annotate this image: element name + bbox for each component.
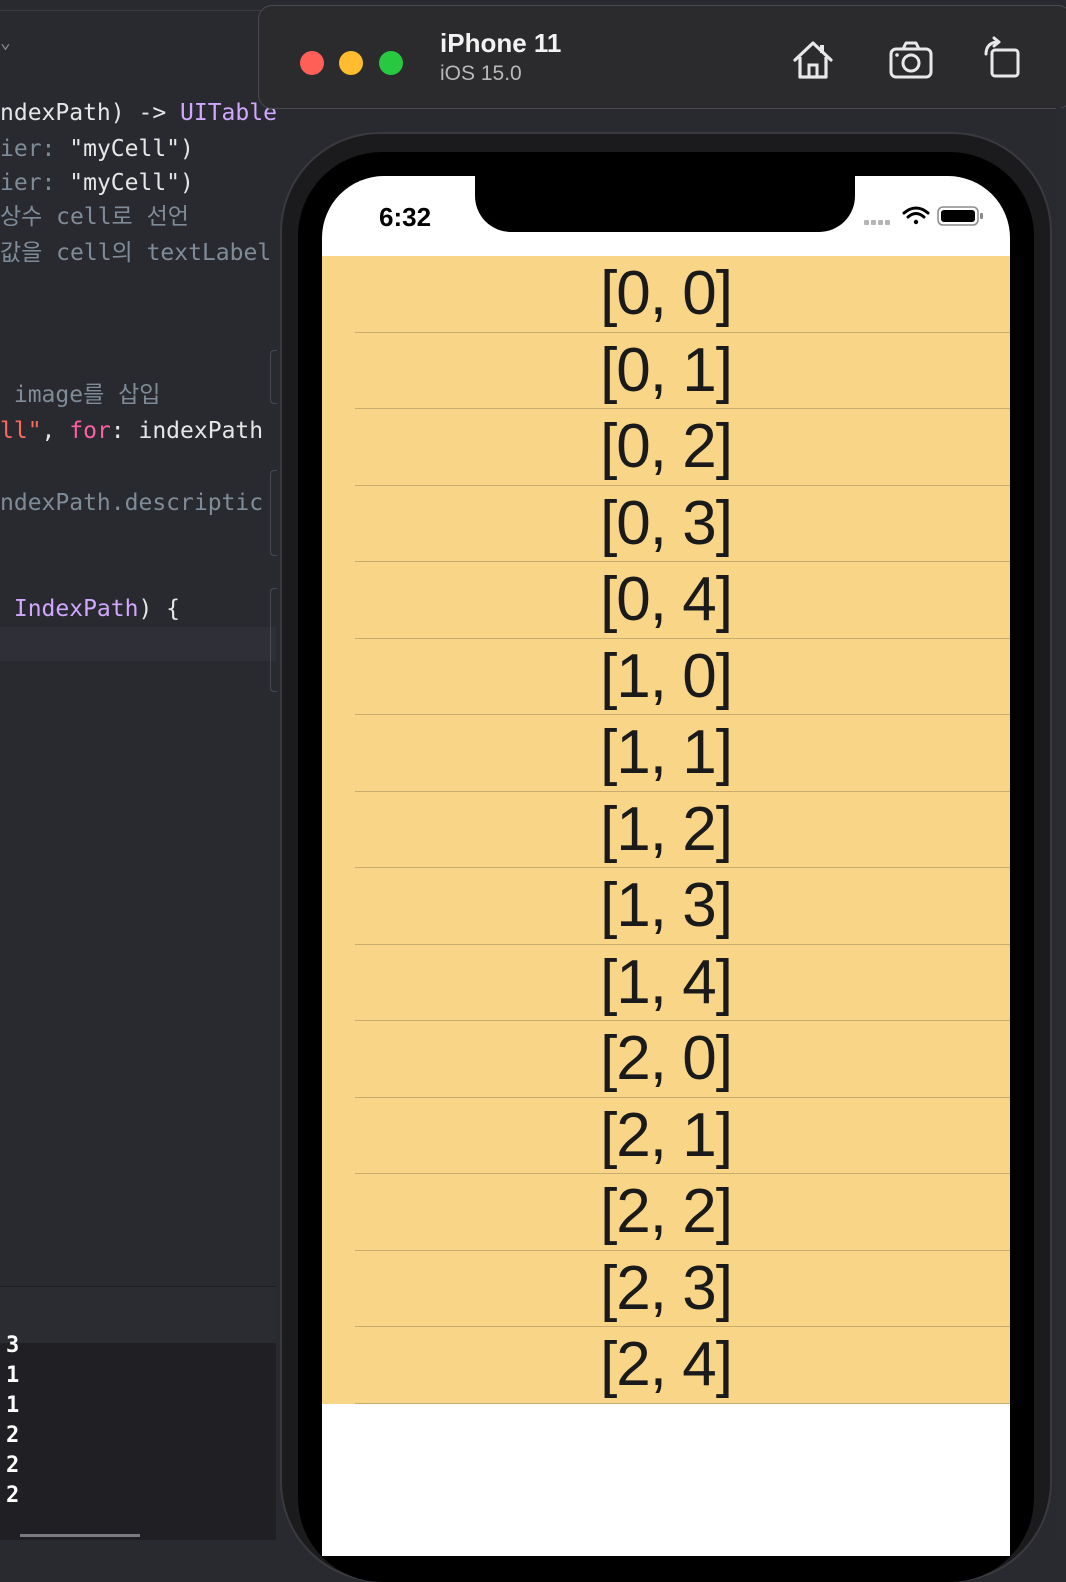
code-line: ier: "myCell") [0,134,194,164]
current-line-highlight [0,627,276,661]
code-line: 상수 cell로 선언 [0,202,189,232]
console-line: 2 [6,1453,20,1478]
code-line: ndexPath) -> UITableViewCell { // 행(row,… [0,98,276,128]
cell-label: [2, 4] [600,1330,733,1400]
code-token: ndexPath.descriptic [0,490,264,516]
code-token: IndexPath [0,596,139,622]
table-row[interactable]: [2, 1] [322,1097,1010,1174]
code-line: ndexPath.descriptic [0,488,263,518]
status-icons [864,206,983,226]
table-row[interactable]: [2, 2] [322,1174,1010,1251]
table-row[interactable]: [1, 2] [322,791,1010,868]
minimize-window-button[interactable] [339,51,363,75]
cell-label: [1, 3] [600,871,733,941]
code-token: image를 삽입 [0,382,161,408]
code-line: image를 삽입 [0,380,161,410]
code-token: : indexPath [110,418,264,444]
code-token: ll" [0,418,42,444]
debug-console[interactable]: 3 1 1 2 2 2 [0,1333,276,1540]
cell-label: [2, 3] [600,1253,733,1323]
code-token: 값을 cell의 textLabel [0,240,272,266]
cellular-signal-icon [864,220,890,225]
cell-label: [1, 1] [600,718,733,788]
editor-divider [0,10,276,11]
code-token: ier: [0,170,70,196]
code-token: ) [180,136,194,162]
wifi-icon [902,206,930,225]
code-token: ) { [138,596,181,622]
chevron-down-icon[interactable]: ⌄ [0,32,11,53]
console-line: 2 [6,1423,20,1448]
code-token: 상수 cell로 선언 [0,204,189,230]
battery-icon [937,206,983,226]
code-editor[interactable]: ⌄ ndexPath) -> UITableViewCell { // 행(ro… [0,0,276,1286]
console-line: 2 [6,1483,20,1508]
code-token: ndexPath) -> [0,100,181,126]
cell-label: [1, 2] [600,794,733,864]
cell-label: [0, 3] [600,488,733,558]
table-row[interactable]: [0, 3] [322,485,1010,562]
cell-label: [2, 2] [600,1177,733,1247]
table-row[interactable]: [1, 4] [322,944,1010,1021]
console-line: 1 [6,1393,20,1418]
close-window-button[interactable] [300,51,324,75]
code-token: "myCell" [69,136,181,162]
cell-label: [1, 0] [600,641,733,711]
device-name: iPhone 11 [440,28,562,58]
cell-label: [0, 2] [600,412,733,482]
table-row[interactable]: [0, 2] [322,409,1010,486]
console-partial-text [20,1528,160,1540]
zoom-window-button[interactable] [379,51,403,75]
cell-label: [2, 1] [600,1100,733,1170]
phone-screen[interactable]: 6:32 [0, 0] [0, 1] [0, 2] [0, 3] [0, 4] [1, 0… [322,176,1010,1556]
status-time: 6:32 [379,202,432,232]
cell-label: [1, 4] [600,947,733,1017]
cell-label: [0, 0] [600,259,733,329]
code-fold-ribbon[interactable] [270,470,277,556]
camera-icon[interactable] [887,36,935,84]
rotate-icon[interactable] [979,36,1027,84]
table-row[interactable]: [1, 1] [322,715,1010,792]
table-row[interactable]: [0, 4] [322,562,1010,639]
code-line: 값을 cell의 textLabel [0,238,271,268]
code-token: "myCell" [69,170,181,196]
simulator-title-bar[interactable]: iPhone 11 iOS 15.0 [258,5,1066,109]
code-token: ) [180,170,194,196]
table-row[interactable]: [2, 0] [322,1021,1010,1098]
table-view[interactable]: [0, 0] [0, 1] [0, 2] [0, 3] [0, 4] [1, 0] [1, … [322,256,1010,1404]
debug-bar [0,1286,276,1344]
os-version: iOS 15.0 [440,62,522,85]
code-token: for [69,418,111,444]
table-row[interactable]: [1, 3] [322,868,1010,945]
code-token: , [41,418,70,444]
table-row[interactable]: [2, 4] [322,1327,1010,1404]
table-row[interactable]: [0, 0] [322,256,1010,333]
table-row[interactable]: [0, 1] [322,332,1010,409]
cell-label: [0, 1] [600,335,733,405]
code-line: ier: "myCell") [0,168,194,198]
code-fold-ribbon[interactable] [270,588,277,692]
background-window-edge [1056,108,1066,1540]
cell-label: [2, 0] [600,1024,733,1094]
code-line: ll", for: indexPath [0,416,263,446]
cell-label: [0, 4] [600,565,733,635]
phone-notch [475,176,855,232]
code-token: ier: [0,136,70,162]
table-row[interactable]: [2, 3] [322,1250,1010,1327]
console-line: 3 [6,1333,20,1358]
code-fold-ribbon[interactable] [270,350,277,404]
table-row[interactable]: [1, 0] [322,638,1010,715]
home-icon[interactable] [789,36,837,84]
console-line: 1 [6,1363,20,1388]
code-line: IndexPath) { [0,594,180,624]
row-separator [355,1402,1010,1404]
